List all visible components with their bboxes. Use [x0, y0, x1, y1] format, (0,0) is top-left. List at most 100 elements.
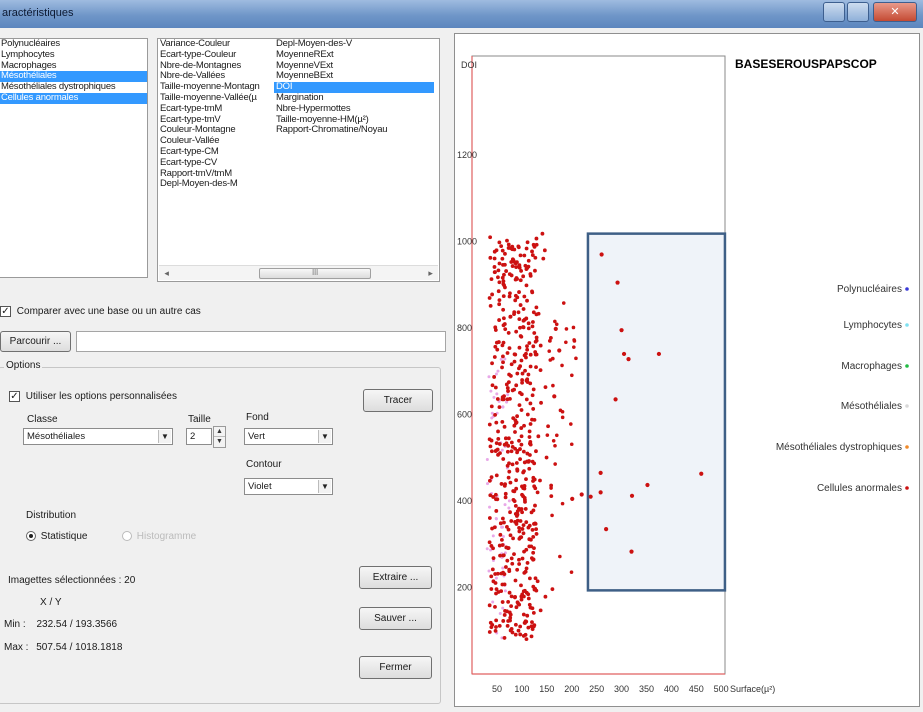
scroll-thumb[interactable]: III	[259, 268, 371, 279]
background-point	[489, 625, 494, 630]
outline-select[interactable]: Violet ▼	[244, 478, 333, 495]
variable-item[interactable]: Ecart-type-CV	[158, 157, 274, 169]
client-area: Polynucléaires Lymphocytes Macrophages M…	[0, 28, 923, 712]
compare-checkbox[interactable]: ✓	[0, 306, 11, 317]
size-spinner[interactable]: ▲ ▼	[213, 426, 226, 448]
background-point	[500, 448, 504, 452]
background-point	[534, 532, 539, 536]
x-tick-label: 300	[614, 684, 629, 694]
background-point	[491, 556, 496, 561]
browse-button[interactable]: Parcourir ...	[0, 331, 71, 352]
background-point	[499, 482, 504, 486]
background-point	[501, 606, 505, 610]
size-input[interactable]: 2	[186, 428, 212, 445]
background-point	[519, 426, 524, 430]
compare-path-input[interactable]	[76, 331, 446, 352]
background-point	[571, 325, 576, 330]
variable-item[interactable]: MoyenneBExt	[274, 71, 434, 82]
background-point	[493, 572, 498, 576]
close-window-button[interactable]: ✕	[873, 2, 917, 22]
chevron-down-icon[interactable]: ▼	[158, 430, 171, 443]
variable-list[interactable]: Variance-Couleur Ecart-type-Couleur Nbre…	[157, 38, 440, 282]
variable-list-hscrollbar[interactable]: ◂ III ▸	[159, 265, 438, 280]
background-point	[515, 414, 519, 419]
class-item[interactable]: Cellules anormales	[0, 92, 147, 104]
background-point	[518, 519, 523, 523]
y-tick-label: 1000	[457, 237, 477, 247]
data-point	[557, 348, 562, 353]
background-point	[564, 340, 568, 345]
variable-item[interactable]: Ecart-type-Couleur	[158, 49, 274, 61]
background-point	[492, 355, 497, 359]
background-point	[524, 566, 529, 571]
custom-options-checkbox[interactable]: ✓	[9, 391, 20, 402]
background-point	[506, 380, 511, 384]
background-point	[526, 326, 531, 331]
background-point	[510, 264, 515, 268]
extract-button[interactable]: Extraire ...	[359, 566, 432, 589]
background-point	[488, 303, 493, 308]
variable-item[interactable]: Depl-Moyen-des-M	[158, 179, 274, 190]
background-point	[494, 576, 498, 580]
background-point	[520, 380, 524, 385]
x-tick-label: 50	[492, 684, 502, 694]
data-point	[553, 326, 558, 331]
background-point	[507, 469, 512, 474]
background-point	[572, 339, 577, 343]
chevron-down-icon[interactable]: ▼	[318, 430, 331, 443]
background-point	[507, 272, 512, 276]
dist-statistic-option[interactable]: Statistique	[26, 531, 87, 542]
background-point	[516, 310, 521, 315]
chevron-down-icon[interactable]: ▼	[318, 480, 331, 493]
custom-options-row: ✓ Utiliser les options personnalisées	[9, 391, 177, 402]
close-button[interactable]: Fermer	[359, 656, 432, 679]
class-item[interactable]: Lymphocytes	[0, 49, 147, 61]
background-point	[504, 441, 509, 446]
plot-legend: Polynucléaires Lymphocytes Macrophages Méso…	[776, 284, 909, 494]
background-point	[529, 537, 533, 542]
background-point	[513, 430, 517, 434]
scatter-plot[interactable]: 200 400 600 800 1000 1200 50 100 150 200 250 300 350…	[455, 34, 921, 708]
variable-item[interactable]: Rapport-Chromatine/Noyau	[274, 125, 434, 136]
statistic-radio[interactable]	[26, 531, 36, 542]
data-point	[615, 280, 620, 285]
scroll-left-arrow-icon[interactable]: ◂	[159, 266, 174, 281]
trace-button[interactable]: Tracer	[363, 389, 433, 412]
background-point	[509, 440, 514, 445]
dist-histogram-option[interactable]: Histogramme	[122, 531, 196, 542]
maximize-button[interactable]	[847, 2, 869, 22]
background-point	[502, 572, 507, 577]
variable-item[interactable]: Ecart-type-tmM	[158, 103, 274, 115]
background-point	[538, 608, 543, 613]
variable-item[interactable]: Nbre-Hypermottes	[274, 103, 434, 115]
background-point	[517, 290, 521, 294]
scroll-right-arrow-icon[interactable]: ▸	[423, 266, 438, 281]
background-point	[496, 369, 500, 373]
background-point	[534, 352, 539, 357]
compare-checkbox-label: Comparer avec une base ou un autre cas	[16, 306, 201, 318]
background-point	[493, 344, 498, 349]
background-point	[512, 310, 517, 315]
background-point	[502, 520, 506, 525]
background-point	[500, 397, 505, 402]
background-point	[514, 421, 518, 426]
class-list[interactable]: Polynucléaires Lymphocytes Macrophages M…	[0, 38, 148, 278]
background-point	[518, 624, 523, 629]
fill-label: Fond	[246, 412, 269, 423]
spin-up-icon[interactable]: ▲	[214, 427, 225, 437]
spin-down-icon[interactable]: ▼	[214, 437, 225, 447]
background-point	[515, 467, 520, 472]
background-point	[527, 341, 532, 345]
background-point	[509, 449, 514, 454]
minimize-button[interactable]	[823, 2, 845, 22]
class-select[interactable]: Mésothéliales ▼	[23, 428, 173, 445]
background-point	[511, 498, 516, 502]
background-point	[505, 238, 509, 243]
save-button[interactable]: Sauver ...	[359, 607, 432, 630]
histogram-radio[interactable]	[122, 531, 132, 542]
fill-select[interactable]: Vert ▼	[244, 428, 333, 445]
background-point	[506, 393, 510, 397]
background-point	[501, 316, 506, 321]
background-point	[509, 594, 514, 599]
variable-item[interactable]: MoyenneRExt	[274, 49, 434, 61]
